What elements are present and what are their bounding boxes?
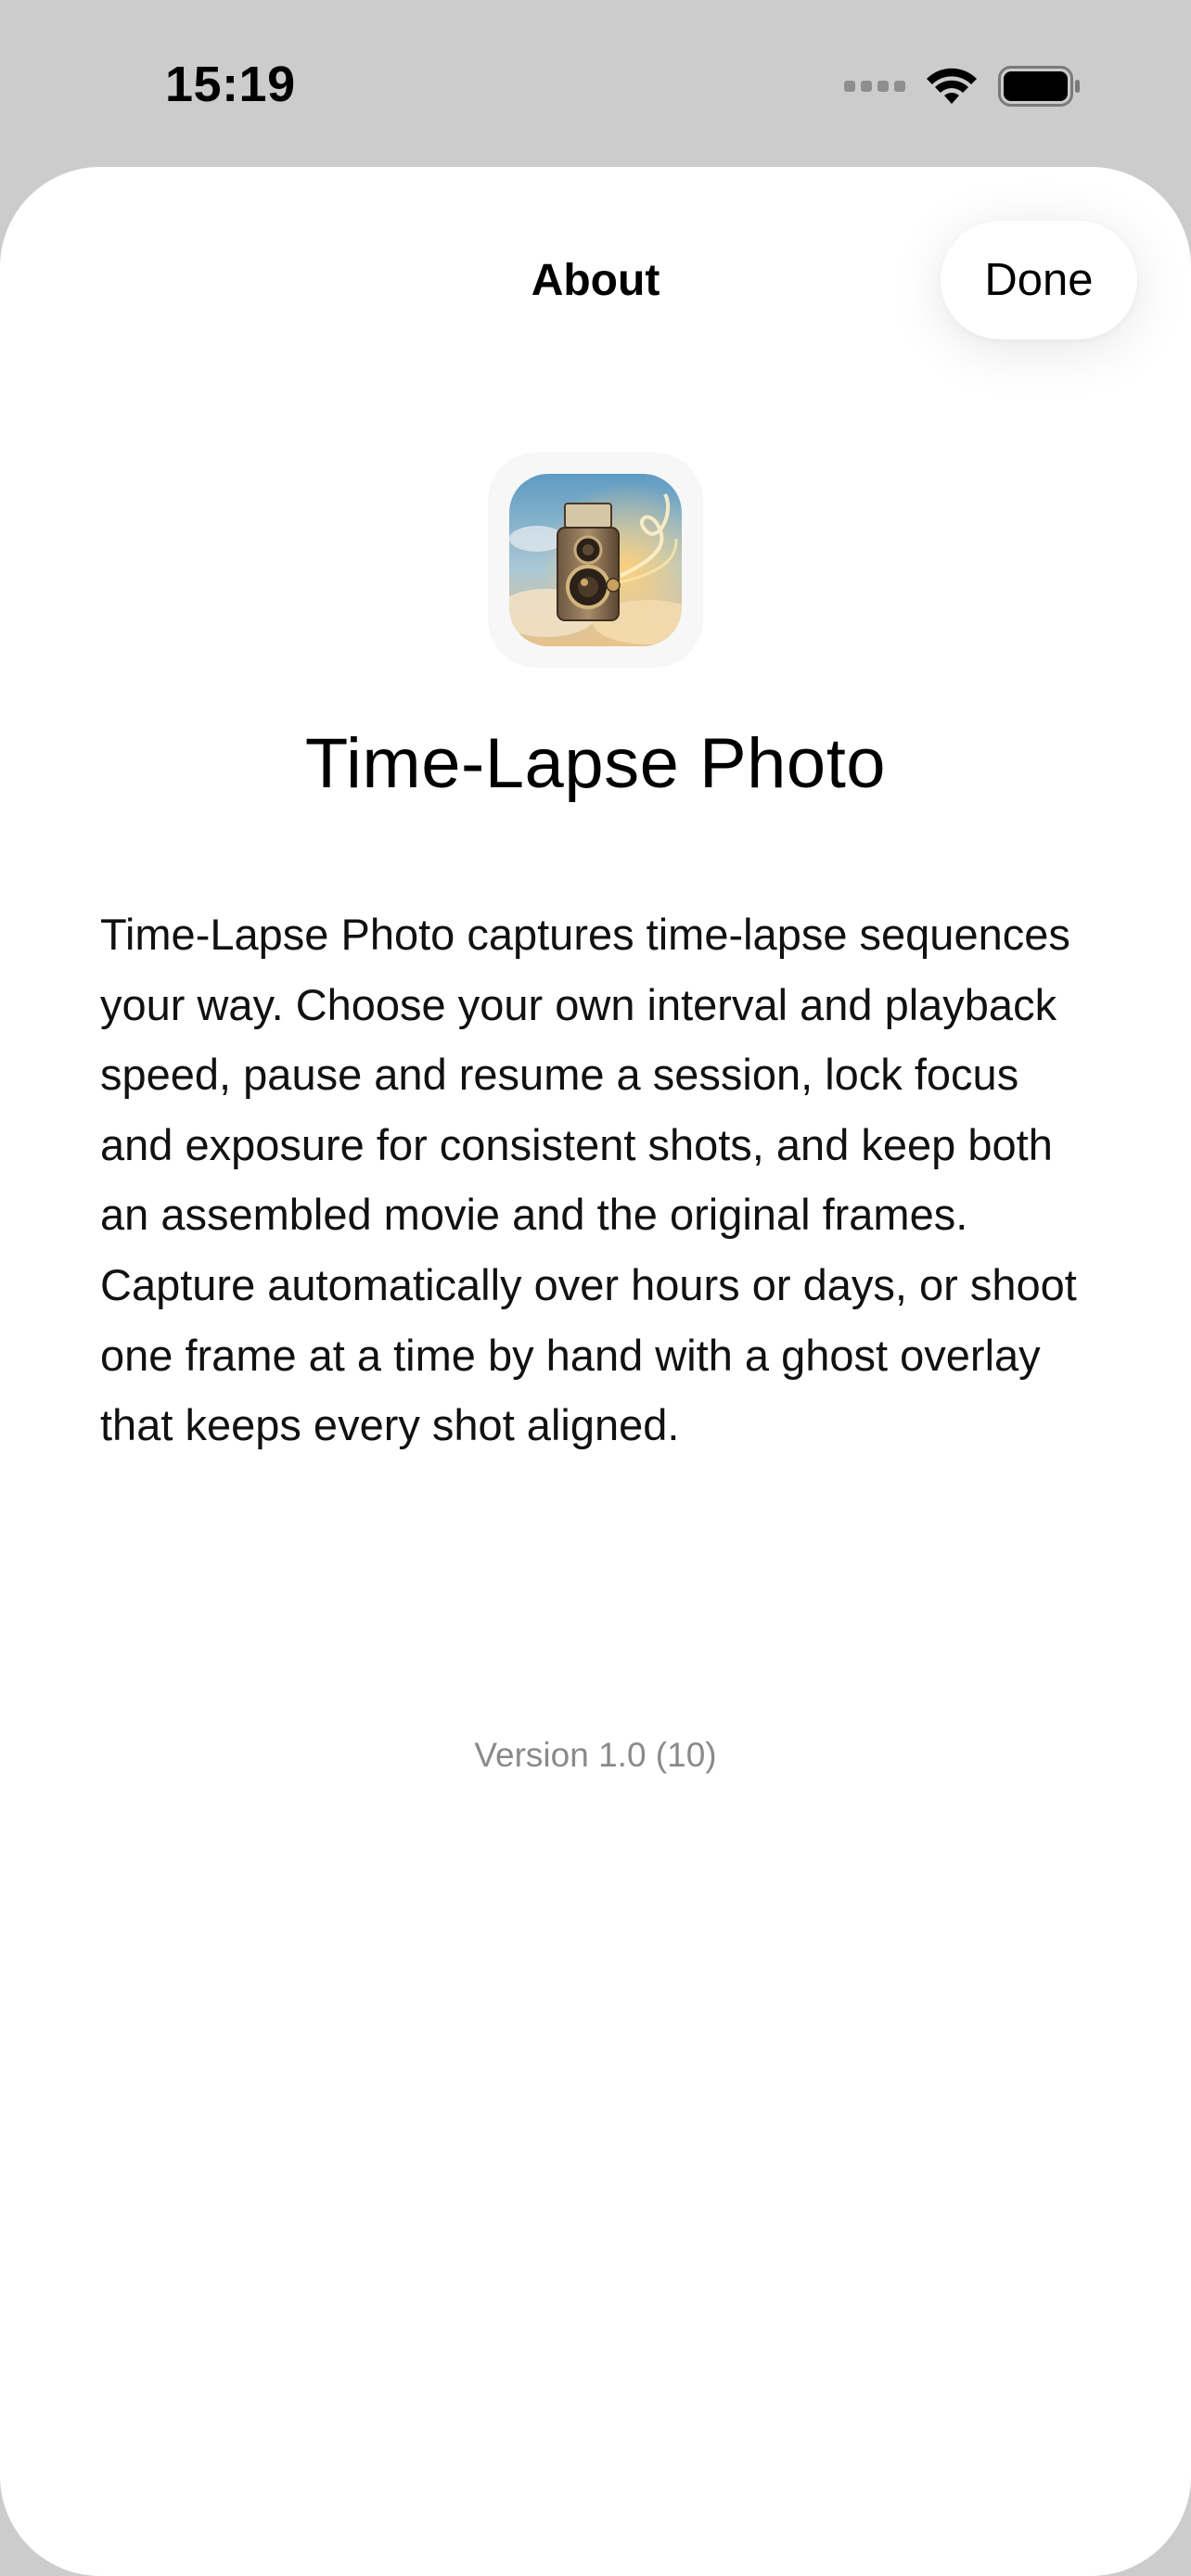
about-sheet: About Done Time-Lapse Photo Time-Lapse P…	[0, 167, 1191, 2576]
done-button[interactable]: Done	[941, 221, 1137, 339]
status-time: 15:19	[165, 57, 296, 112]
app-icon-container	[488, 453, 703, 668]
battery-icon	[998, 66, 1082, 107]
status-icons	[844, 65, 1082, 108]
app-description: Time-Lapse Photo captures time-lapse seq…	[100, 910, 1077, 1450]
cellular-signal-icon	[844, 81, 905, 92]
wifi-icon	[926, 67, 978, 106]
app-name: Time-Lapse Photo	[304, 724, 887, 803]
version-label: Version 1.0 (10)	[474, 1736, 717, 1774]
camera-app-icon	[509, 474, 682, 646]
status-bar: 15:19	[0, 0, 1191, 167]
